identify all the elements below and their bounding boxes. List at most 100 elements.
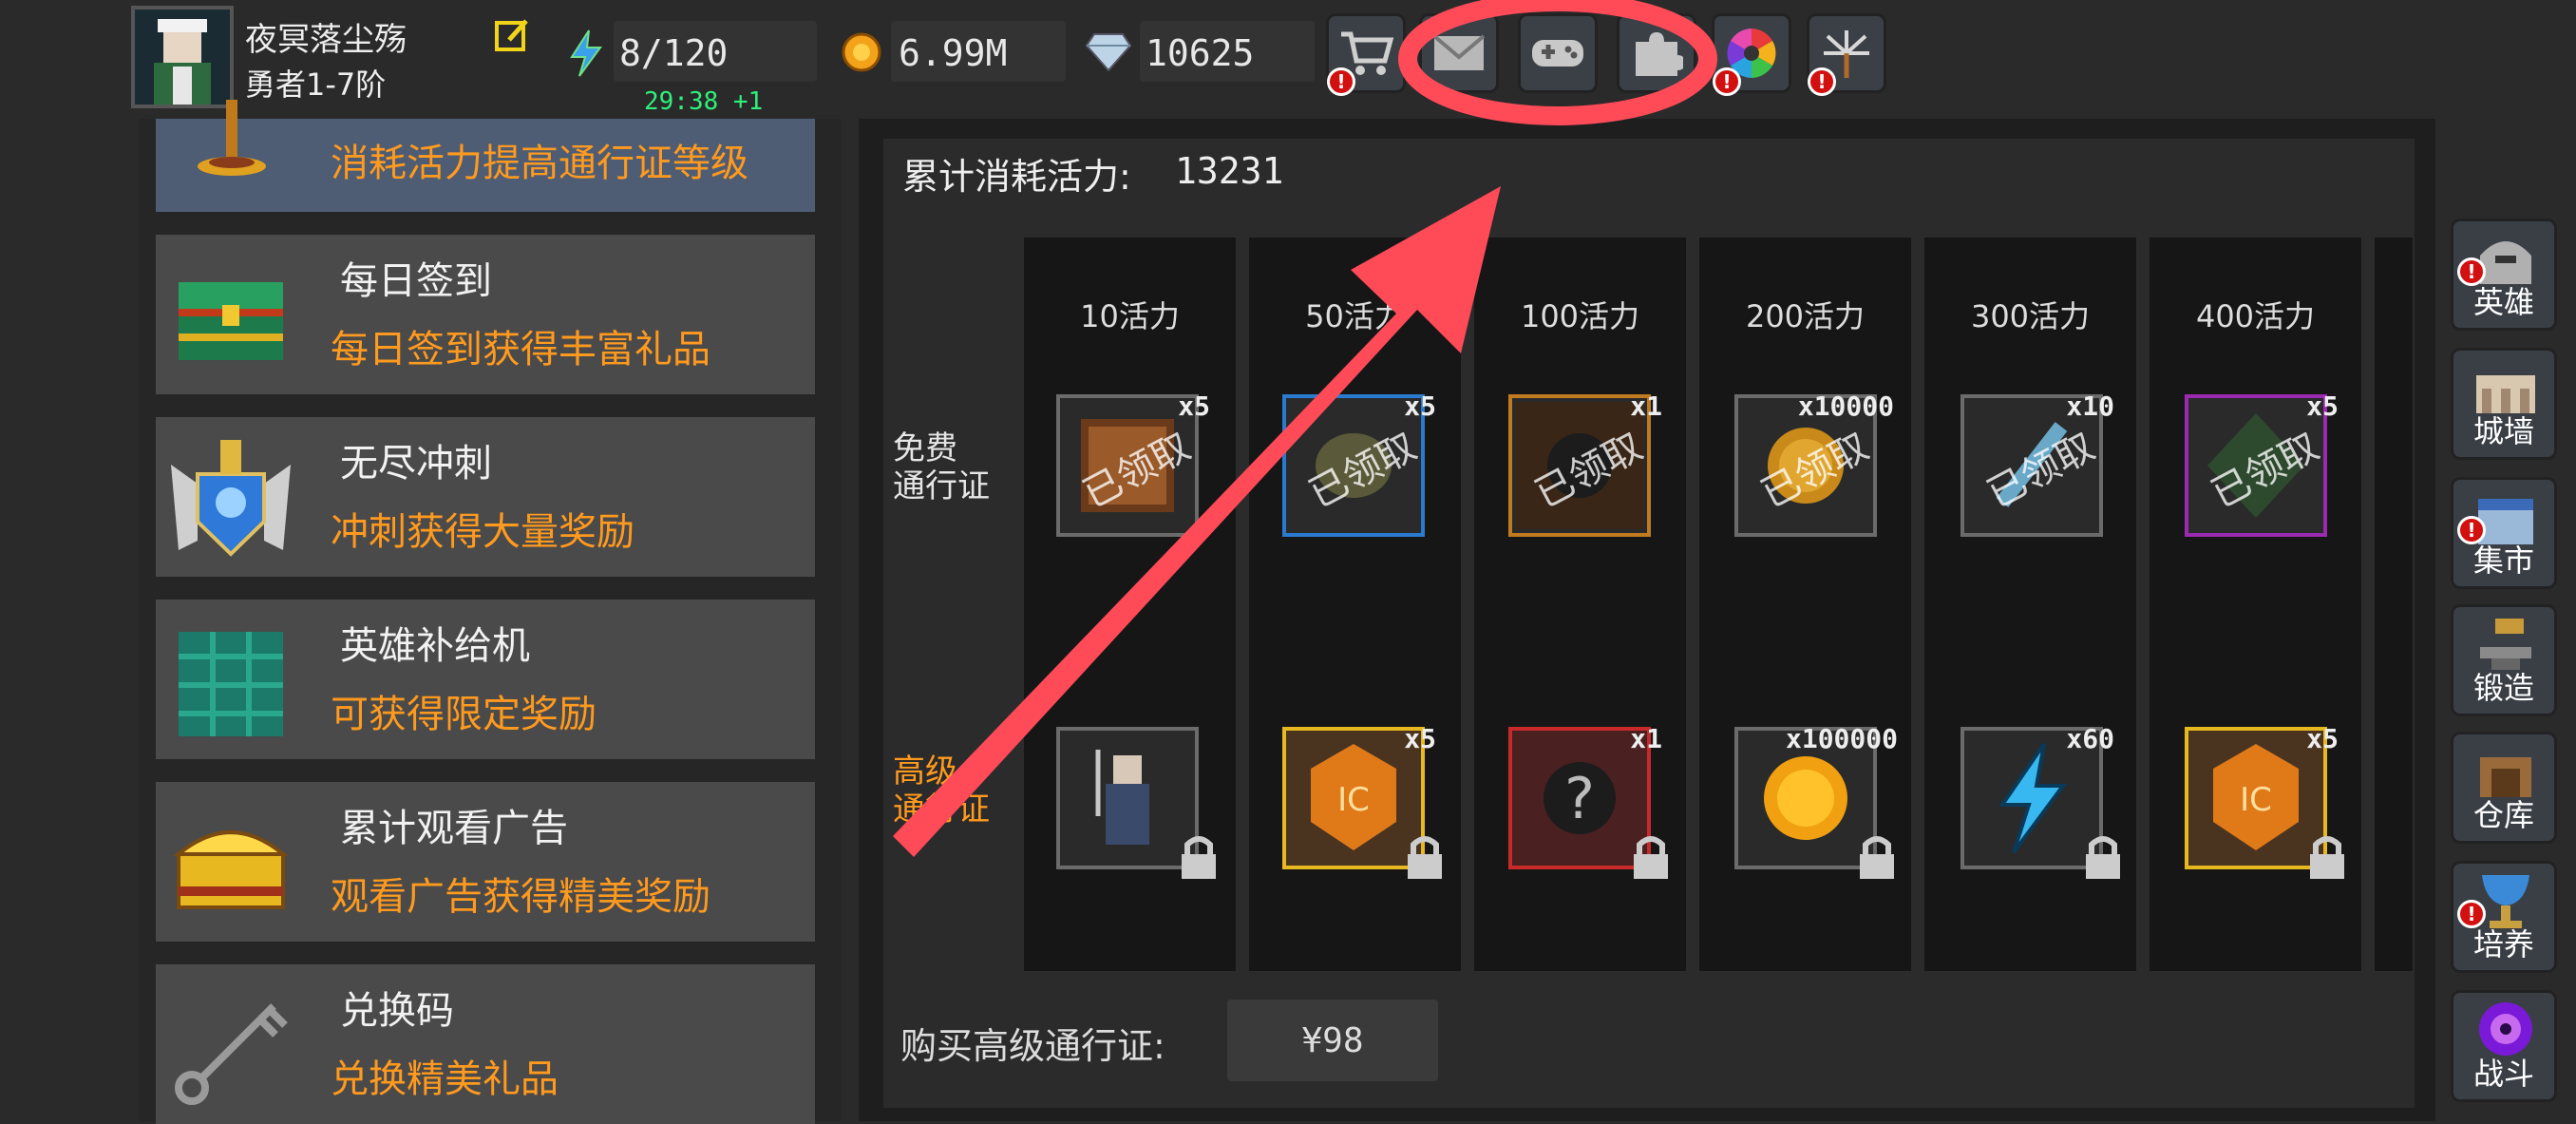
nav-label: 英雄	[2472, 284, 2534, 320]
gamepad-button[interactable]	[1518, 13, 1598, 93]
alert-badge: !	[1808, 67, 1836, 96]
free-reward-2[interactable]: x5 已领取	[1282, 391, 1436, 537]
free-reward-3[interactable]: x1 已领取	[1508, 391, 1662, 537]
menu-item-ad-watch[interactable]: 累计观看广告 观看广告获得精美奖励	[156, 782, 815, 942]
menu-desc: 兑换精美礼品	[331, 1057, 559, 1101]
energy-timer: 29:38 +1	[644, 87, 764, 116]
reward-qty: x10000	[1797, 391, 1894, 422]
nav-label: 战斗	[2472, 1056, 2534, 1092]
alert-badge: !	[1327, 67, 1355, 96]
lock-icon	[2086, 836, 2120, 879]
tier-label: 200活力	[1745, 298, 1866, 334]
activity-menu: 消耗活力提高通行证等级 每日签到 每日签到获得丰富礼品 无尽冲刺 冲刺获得大量奖…	[139, 100, 842, 1124]
treasure-chest-icon	[179, 282, 283, 360]
shop-cart-button[interactable]: !	[1326, 13, 1406, 96]
reward-qty: x5	[2306, 723, 2339, 754]
lock-icon	[1182, 836, 1216, 879]
menu-item-daily-checkin[interactable]: 每日签到 每日签到获得丰富礼品	[156, 235, 815, 394]
nav-wall[interactable]: 城墙	[2451, 348, 2557, 460]
mystery-weapon-icon: ?	[1544, 762, 1616, 834]
gamepad-icon	[1532, 40, 1583, 67]
tier-label: 10活力	[1080, 298, 1180, 334]
reward-qty: x100000	[1785, 723, 1898, 754]
nav-market[interactable]: ! 集市	[2451, 477, 2557, 589]
menu-desc: 消耗活力提高通行证等级	[331, 142, 748, 185]
premium-reward-1[interactable]	[1056, 727, 1216, 879]
nav-warehouse[interactable]: 仓库	[2451, 732, 2557, 844]
nav-label: 培养	[2472, 926, 2534, 962]
menu-item-redeem-code[interactable]: 兑换码 兑换精美礼品	[156, 964, 815, 1124]
total-energy-value: 13231	[1175, 150, 1284, 192]
fireworks-button[interactable]: !	[1807, 13, 1886, 96]
svg-text:?: ?	[1564, 766, 1595, 832]
menu-item-endless-sprint[interactable]: 无尽冲刺 冲刺获得大量奖励	[156, 417, 815, 577]
menu-desc: 可获得限定奖励	[331, 693, 597, 736]
nav-label: 集市	[2472, 543, 2534, 579]
lock-icon	[1408, 836, 1442, 879]
free-pass-label: 免费 通行证	[893, 429, 990, 505]
free-reward-6[interactable]: x5 已领取	[2185, 391, 2339, 537]
total-energy-label: 累计消耗活力:	[902, 156, 1131, 198]
alert-badge: !	[1713, 67, 1741, 96]
svg-text:IC: IC	[1337, 781, 1370, 819]
puzzle-icon	[1636, 32, 1683, 76]
lock-icon	[2310, 836, 2344, 879]
supply-crate-icon	[179, 632, 283, 736]
color-wheel-button[interactable]: !	[1712, 13, 1791, 96]
menu-desc: 每日签到获得丰富礼品	[331, 328, 710, 371]
nav-cultivate[interactable]: ! 培养	[2451, 861, 2557, 973]
tier-label: 100活力	[1520, 298, 1640, 334]
free-reward-5[interactable]: x10 已领取	[1960, 391, 2114, 537]
premium-reward-6[interactable]: IC x5	[2185, 723, 2344, 879]
nav-label: 仓库	[2472, 797, 2534, 833]
tier-column-partial	[2375, 238, 2413, 971]
nav-label: 锻造	[2472, 670, 2534, 706]
hero-knight-icon	[1095, 750, 1149, 845]
nav-forge[interactable]: 锻造	[2451, 604, 2557, 716]
key-icon	[175, 1003, 288, 1105]
menu-title: 每日签到	[340, 259, 492, 303]
diamond-icon	[1085, 30, 1132, 74]
edit-name-icon[interactable]	[494, 17, 532, 55]
free-reward-4[interactable]: x10000 已领取	[1734, 391, 1894, 537]
premium-reward-3[interactable]: ? x1	[1508, 723, 1668, 879]
nav-hero[interactable]: ! 英雄	[2451, 219, 2557, 331]
premium-reward-2[interactable]: IC x5	[1282, 723, 1442, 879]
premium-pass-label: 高级 通行证	[893, 753, 990, 829]
nav-battle[interactable]: 战斗	[2451, 990, 2557, 1102]
menu-title: 无尽冲刺	[340, 442, 492, 486]
premium-reward-4[interactable]: x100000	[1734, 723, 1898, 879]
buy-premium-label: 购买高级通行证:	[900, 1025, 1165, 1067]
winged-shield-icon	[171, 440, 291, 557]
energy-value: 8/120	[619, 32, 729, 74]
tier-label: 50活力	[1305, 298, 1405, 334]
free-reward-1[interactable]: x5 已领取	[1056, 391, 1210, 537]
menu-desc: 观看广告获得精美奖励	[331, 875, 710, 919]
top-bar: 夜冥落尘殇 勇者1-7阶 8/120 29:38 +1 6.99M 10625 …	[0, 0, 2576, 119]
menu-title: 累计观看广告	[340, 807, 568, 850]
tier-label: 300活力	[1970, 298, 2091, 334]
lock-icon	[1634, 836, 1668, 879]
reward-qty: x60	[2066, 723, 2114, 754]
reward-qty: x1	[1630, 723, 1662, 754]
mail-icon	[1432, 34, 1486, 70]
gold-value: 6.99M	[899, 32, 1008, 74]
menu-item-hero-supply[interactable]: 英雄补给机 可获得限定奖励	[156, 600, 815, 759]
player-name: 夜冥落尘殇	[245, 21, 407, 59]
menu-title: 英雄补给机	[340, 624, 530, 668]
menu-desc: 冲刺获得大量奖励	[331, 510, 635, 554]
premium-reward-5[interactable]: x60	[1960, 723, 2120, 879]
nav-label: 城墙	[2472, 413, 2534, 449]
tier-label: 400活力	[2195, 298, 2316, 334]
puzzle-button[interactable]	[1617, 13, 1696, 93]
player-avatar[interactable]	[131, 6, 234, 108]
mail-button[interactable]	[1419, 13, 1499, 93]
gem-badge-icon: IC	[2213, 744, 2299, 850]
buy-premium-button[interactable]: ¥98	[1227, 1000, 1438, 1081]
lock-icon	[1860, 836, 1894, 879]
gems-value: 10625	[1146, 32, 1255, 74]
gold-coin-icon	[840, 30, 883, 74]
menu-item-pass[interactable]: 消耗活力提高通行证等级	[156, 100, 815, 212]
gem-badge-icon: IC	[1311, 744, 1396, 850]
reward-qty: x5	[1404, 723, 1436, 754]
